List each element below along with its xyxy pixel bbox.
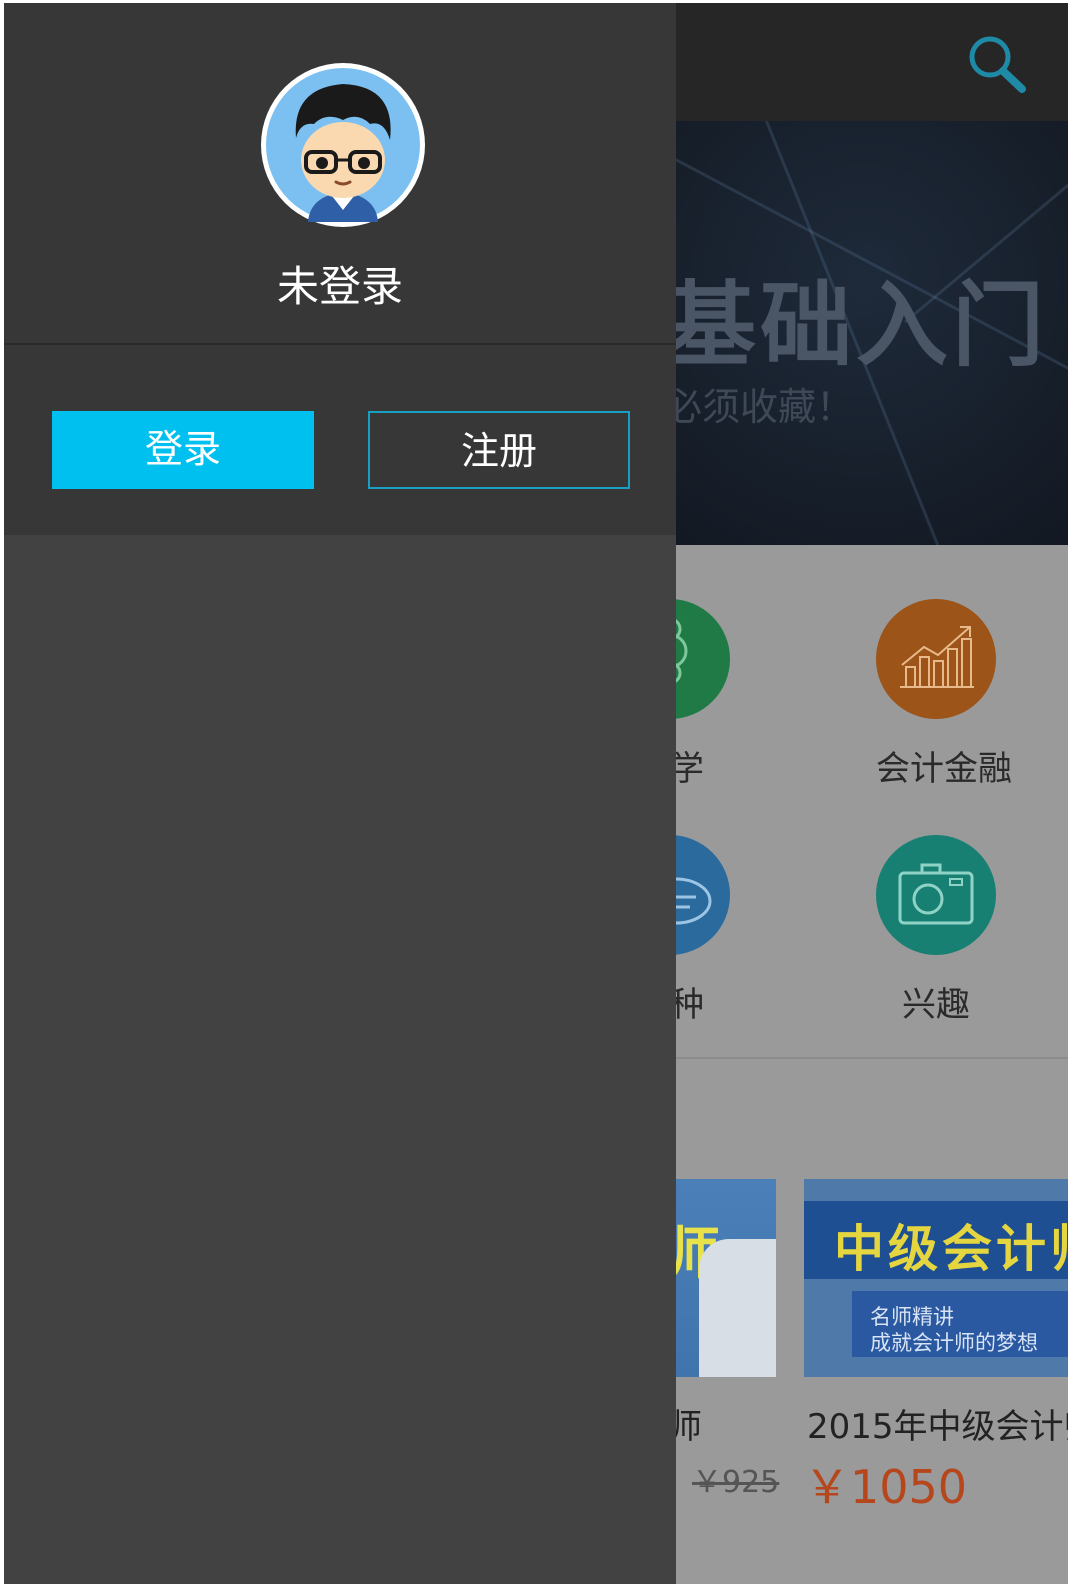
login-button[interactable]: 登录	[52, 411, 314, 489]
category-label: 会计金融	[876, 749, 1012, 789]
app-frame: 基础入门 必须收藏！ 小学	[4, 3, 1068, 1584]
drawer-header: 未登录	[4, 3, 676, 343]
course-thumbnail-line2: 成就会计师的梦想	[870, 1331, 1038, 1355]
growth-chart-icon	[876, 599, 996, 719]
search-icon[interactable]	[964, 33, 1028, 97]
drawer-actions: 登录 注册	[4, 345, 676, 535]
course-title[interactable]: 2015年中级会计师	[807, 1399, 1068, 1448]
person-illustration	[699, 1239, 776, 1377]
register-button[interactable]: 注册	[368, 411, 630, 489]
course-price: ￥1050	[804, 1460, 968, 1514]
camera-icon	[876, 835, 996, 955]
category-accounting-finance[interactable]: 会计金融	[876, 599, 1012, 790]
course-old-price: ￥925	[692, 1465, 780, 1500]
category-label: 兴趣	[902, 985, 970, 1025]
banner-subtitle: 必须收藏！	[664, 385, 855, 429]
category-interest[interactable]: 兴趣	[876, 835, 996, 1026]
course-thumbnail-title: 中级会计师	[834, 1220, 1068, 1278]
avatar[interactable]	[261, 63, 425, 227]
username-label: 未登录	[276, 262, 403, 311]
course-thumbnail[interactable]: 中级会计师 名师精讲 成就会计师的梦想	[804, 1179, 1068, 1377]
side-drawer: 未登录 登录 注册	[4, 3, 676, 1584]
avatar-icon	[266, 68, 420, 222]
banner-title: 基础入门	[664, 272, 1049, 379]
